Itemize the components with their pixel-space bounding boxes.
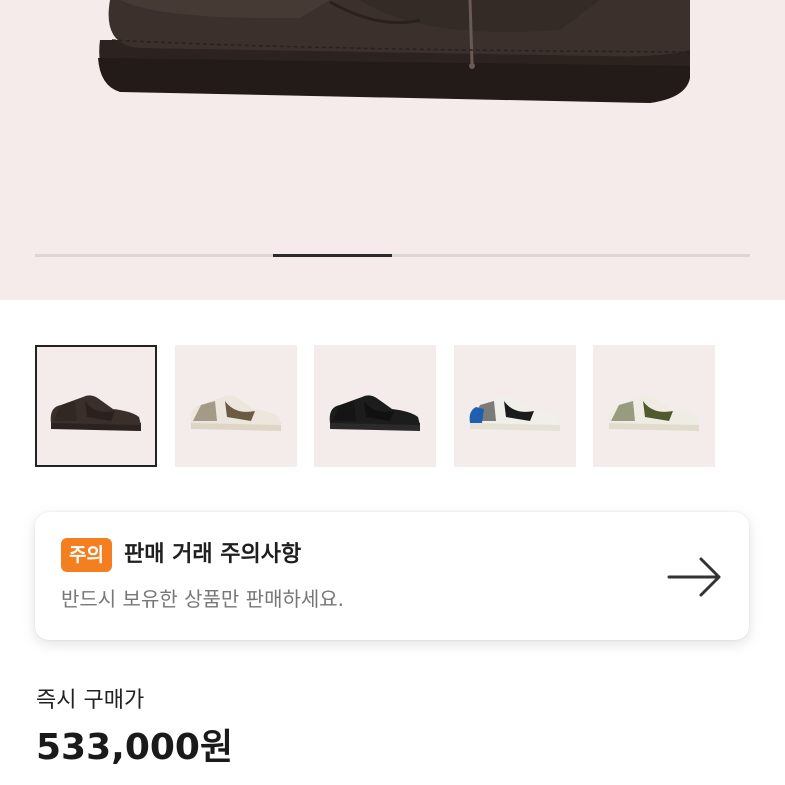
- caution-subtitle: 반드시 보유한 상품만 판매하세요.: [61, 587, 345, 611]
- instant-buy-price-label: 즉시 구매가: [36, 688, 145, 713]
- caution-title: 판매 거래 주의사항: [124, 542, 302, 567]
- thumbnail-3[interactable]: [314, 345, 436, 467]
- sneaker-thumbnail-icon: [329, 395, 420, 431]
- arrow-right-icon[interactable]: [665, 552, 725, 602]
- thumbnail-2[interactable]: [174, 345, 297, 467]
- sneaker-thumbnail-icon: [50, 395, 141, 431]
- carousel-progress-bar: [35, 254, 750, 257]
- carousel-progress-indicator: [273, 254, 393, 257]
- thumbnail-5[interactable]: [593, 345, 715, 467]
- sale-caution-card[interactable]: 주의 판매 거래 주의사항 반드시 보유한 상품만 판매하세요.: [35, 512, 749, 640]
- sneaker-thumbnail-icon: [608, 395, 699, 431]
- thumbnail-4[interactable]: [453, 345, 576, 467]
- thumbnail-1[interactable]: [35, 345, 157, 467]
- sneaker-thumbnail-icon: [469, 395, 560, 431]
- instant-buy-price: 533,000원: [36, 727, 234, 768]
- caution-badge: 주의: [61, 538, 112, 572]
- product-image-carousel[interactable]: [0, 0, 785, 300]
- thumbnail-strip: [35, 345, 750, 467]
- sneaker-thumbnail-icon: [190, 395, 281, 431]
